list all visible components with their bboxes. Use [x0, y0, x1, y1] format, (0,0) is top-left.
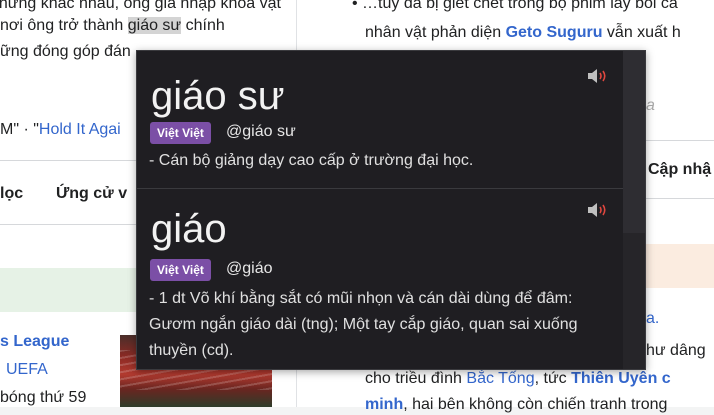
divider	[644, 198, 714, 199]
article-text-line: nhân vật phản diện Geto Suguru vẫn xuất …	[365, 24, 681, 41]
dictionary-entry: giáo Việt Việt @giáo - 1 dt Võ khí bằng …	[137, 189, 623, 369]
article-text-line: minh, hai bên không còn chiến tranh tron…	[365, 396, 668, 413]
article-text-line: M" · "Hold It Agai	[0, 121, 121, 138]
dictionary-entry: giáo sư Việt Việt @giáo sư - Cán bộ giản…	[137, 51, 623, 188]
article-link[interactable]: Thiên Uyên c	[571, 370, 671, 387]
article-text-line: a	[646, 97, 655, 114]
article-link[interactable]: Geto Suguru	[506, 24, 603, 41]
article-link[interactable]: UEFA	[6, 360, 48, 380]
article-text-line: cho triều đình Bắc Tống, tức Thiên Uyên …	[365, 370, 671, 387]
divider	[644, 140, 714, 141]
definition-text: - 1 dt Võ khí bằng sắt có mũi nhọn và cá…	[149, 290, 578, 359]
definition-text: - Cán bộ giảng dạy cao cấp ở trường đại …	[149, 152, 474, 169]
tab-loc[interactable]: lọc	[0, 184, 23, 204]
scrollbar-thumb[interactable]	[623, 51, 645, 233]
tab-candidates[interactable]: Ứng cử v	[56, 184, 127, 204]
article-text-line: hư dâng	[646, 342, 706, 359]
article-text-line: • …tuy đã bị giết chết trong bộ phim lấy…	[352, 0, 678, 12]
speaker-icon[interactable]	[586, 68, 608, 84]
article-text-line: những khác nhau, ông gia nhập khoa vật	[0, 0, 281, 12]
dictionary-badge[interactable]: Việt Việt	[150, 122, 211, 144]
popup-scrollbar[interactable]	[623, 51, 645, 369]
dictionary-popup: giáo sư Việt Việt @giáo sư - Cán bộ giản…	[136, 50, 646, 370]
article-link[interactable]: Bắc Tống	[466, 370, 534, 387]
headword: giáo sư	[151, 74, 285, 118]
article-link[interactable]: a.	[646, 309, 659, 329]
article-link[interactable]: Hold It Agai	[39, 121, 121, 138]
headword: giáo	[151, 207, 227, 251]
yellow-section-band	[644, 244, 714, 288]
dictionary-badge[interactable]: Việt Việt	[150, 259, 211, 281]
article-link[interactable]: minh	[365, 396, 403, 413]
article-text-line: bóng thứ 59	[0, 389, 87, 406]
selected-word[interactable]: giáo sư	[127, 17, 182, 34]
speaker-icon[interactable]	[586, 202, 608, 218]
article-text-line: ững đóng góp đán	[0, 43, 131, 60]
article-link[interactable]: s League	[0, 332, 69, 352]
entry-handle: @giáo sư	[226, 123, 296, 140]
entry-handle: @giáo	[226, 260, 273, 277]
tab-updates[interactable]: Cập nhậ	[648, 160, 711, 180]
article-text-line: nơi ông trở thành giáo sư chính	[0, 17, 225, 34]
